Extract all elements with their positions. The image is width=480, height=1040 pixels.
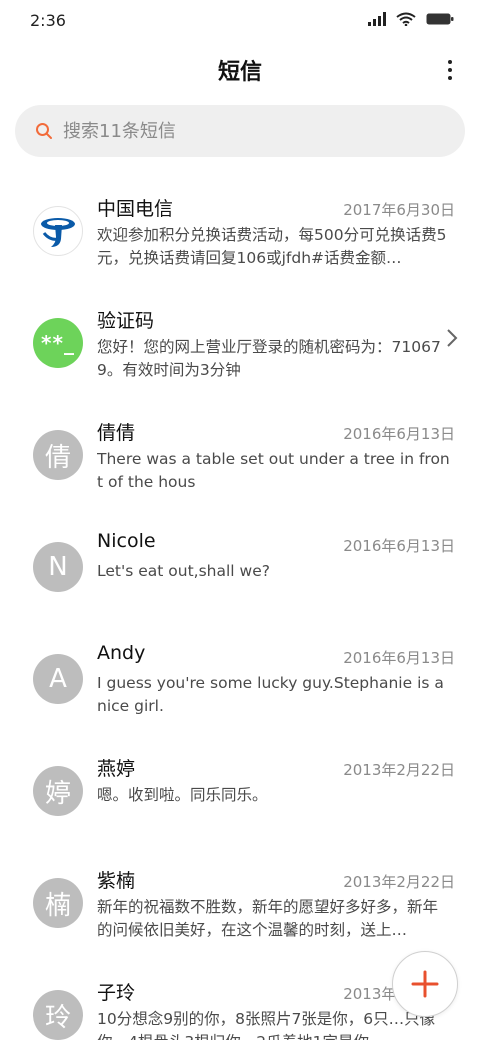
avatar: 倩	[33, 430, 83, 480]
avatar: 楠	[33, 878, 83, 928]
signal-icon	[368, 12, 386, 26]
sender-name: 中国电信	[97, 198, 174, 220]
search-input[interactable]	[63, 105, 443, 157]
message-item[interactable]: 楠 紫楠 2013年2月22日 新年的祝福数不胜数，新年的愿望好多好多，新年的问…	[0, 844, 480, 956]
china-telecom-logo-icon	[41, 218, 75, 247]
plus-icon	[411, 970, 439, 998]
title-bar: 短信	[0, 44, 480, 100]
new-message-button[interactable]	[392, 951, 458, 1017]
message-snippet: 10分想念9别的你，8张照片7张是你，6只…只像你，4根骨头3根归你，2爪着地1…	[97, 1010, 436, 1040]
status-icons	[368, 12, 454, 26]
message-date: 2016年6月13日	[343, 537, 455, 555]
message-snippet: There was a table set out under a tree i…	[97, 450, 450, 491]
avatar: A	[33, 654, 83, 704]
message-date: 2013年2月22日	[343, 761, 455, 779]
message-item[interactable]: 中国电信 2017年6月30日 欢迎参加积分兑换话费活动，每500分可兑换话费5…	[0, 172, 480, 284]
message-item[interactable]: N Nicole 2016年6月13日 Let's eat out,shall …	[0, 508, 480, 620]
avatar: N	[33, 542, 83, 592]
message-item[interactable]: 倩 倩倩 2016年6月13日 There was a table set ou…	[0, 396, 480, 508]
sender-name: 燕婷	[97, 758, 136, 780]
message-snippet: Let's eat out,shall we?	[97, 562, 270, 580]
avatar	[33, 206, 83, 256]
sender-name: 验证码	[97, 310, 155, 332]
wifi-icon	[396, 12, 416, 26]
status-bar: 2:36	[0, 0, 480, 44]
sender-name: 紫楠	[97, 870, 136, 892]
more-options-button[interactable]	[444, 56, 456, 84]
sender-name: 倩倩	[97, 422, 136, 444]
avatar: 玲	[33, 990, 83, 1040]
message-snippet: 您好！您的网上营业厅登录的随机密码为：710679。有效时间为3分钟	[97, 338, 441, 379]
message-item[interactable]: 婷 燕婷 2013年2月22日 嗯。收到啦。同乐同乐。	[0, 732, 480, 844]
message-item[interactable]: A Andy 2016年6月13日 I guess you're some lu…	[0, 620, 480, 732]
message-date: 2013年2月22日	[343, 873, 455, 891]
search-bar[interactable]	[15, 105, 465, 157]
more-icon	[448, 60, 452, 64]
message-date: 2016年6月13日	[343, 425, 455, 443]
message-date: 2016年6月13日	[343, 649, 455, 667]
message-snippet: I guess you're some lucky guy.Stephanie …	[97, 674, 444, 715]
battery-icon	[426, 13, 454, 25]
message-snippet: 嗯。收到啦。同乐同乐。	[97, 786, 268, 804]
sender-name: Nicole	[97, 530, 156, 552]
avatar: 婷	[33, 766, 83, 816]
message-item[interactable]: **_ 验证码 您好！您的网上营业厅登录的随机密码为：710679。有效时间为3…	[0, 284, 480, 396]
message-snippet: 新年的祝福数不胜数，新年的愿望好多好多，新年的问候依旧美好，在这个温馨的时刻，送…	[97, 898, 439, 939]
sender-name: Andy	[97, 642, 146, 664]
message-snippet: 欢迎参加积分兑换话费活动，每500分可兑换话费5元，兑换话费请回复106或jfd…	[97, 226, 447, 267]
search-icon	[36, 123, 52, 139]
chevron-right-icon[interactable]	[446, 328, 458, 348]
page-title: 短信	[217, 60, 262, 85]
message-date: 2017年6月30日	[343, 201, 455, 219]
sender-name: 子玲	[97, 982, 136, 1004]
status-time: 2:36	[30, 11, 66, 30]
message-list: 中国电信 2017年6月30日 欢迎参加积分兑换话费活动，每500分可兑换话费5…	[0, 172, 480, 1040]
avatar: **_	[33, 318, 83, 368]
